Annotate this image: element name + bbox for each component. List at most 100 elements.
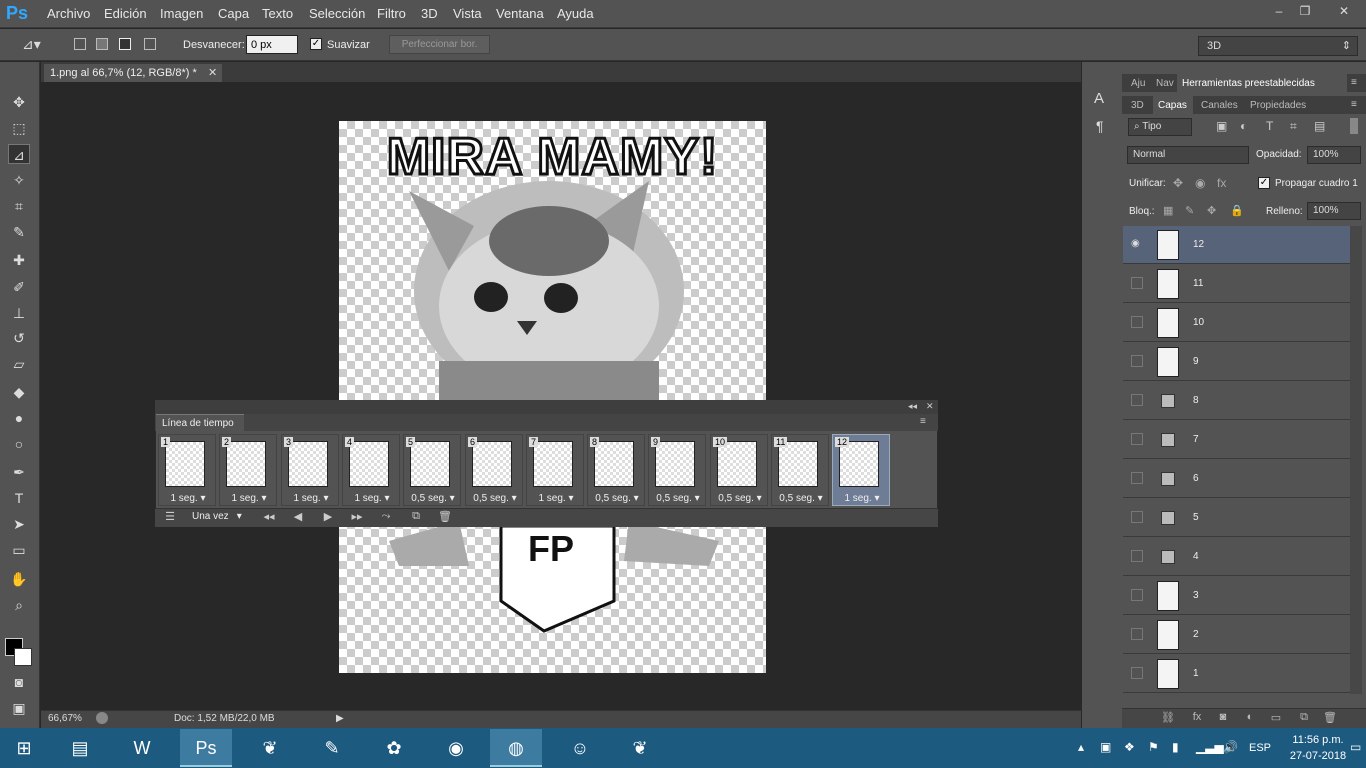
timeline-frame[interactable]: 6 0,5 seg. ▾ [465, 434, 523, 506]
lock-all-icon[interactable]: 🔒 [1230, 204, 1244, 217]
loop-select[interactable]: Una vez ▾ [192, 511, 254, 525]
frame-delay[interactable]: 1 seg. ▾ [343, 493, 401, 504]
timeline-frame[interactable]: 5 0,5 seg. ▾ [403, 434, 461, 506]
tray-flag-icon[interactable]: ⚑ [1148, 740, 1159, 754]
adjustment-layer-icon[interactable]: ◐ [1242, 711, 1258, 725]
opacity-input[interactable]: 100% [1307, 146, 1361, 164]
menu-vista[interactable]: Vista [453, 6, 482, 21]
layer-row[interactable]: 5 [1123, 499, 1350, 537]
shape-tool-icon[interactable]: ▭ [8, 540, 30, 560]
tween-icon[interactable]: ⤳ [376, 510, 396, 525]
menu-seleccion[interactable]: Selección [309, 6, 365, 21]
frame-delay[interactable]: 0,5 seg. ▾ [772, 493, 830, 504]
panel-menu-icon[interactable]: ≡ [920, 416, 926, 427]
lasso-tool-icon[interactable]: ⊿ [8, 144, 30, 164]
menu-imagen[interactable]: Imagen [160, 6, 203, 21]
tray-volume-icon[interactable]: 🔊 [1223, 740, 1238, 754]
pen-tool-icon[interactable]: ✒ [8, 462, 30, 482]
paint-bucket-tool-icon[interactable]: ◆ [8, 382, 30, 402]
word-icon[interactable]: W [116, 729, 168, 767]
marquee-tool-icon[interactable]: ⬚ [8, 118, 30, 138]
dodge-tool-icon[interactable]: ○ [8, 434, 30, 454]
character-panel-icon[interactable]: A [1094, 90, 1104, 107]
document-tab[interactable]: 1.png al 66,7% (12, RGB/8*) * [44, 64, 222, 82]
type-tool-icon[interactable]: T [8, 488, 30, 508]
timeline-frame[interactable]: 8 0,5 seg. ▾ [587, 434, 645, 506]
close-button[interactable]: ✕ [1324, 2, 1364, 20]
unify-visibility-icon[interactable]: ◉ [1195, 176, 1205, 190]
screen-mode-icon[interactable]: ▣ [8, 698, 30, 718]
refine-edge-button[interactable]: Perfeccionar bor. [389, 35, 490, 54]
timeline-frame[interactable]: 2 1 seg. ▾ [219, 434, 277, 506]
layer-row[interactable]: ◉ 12 [1123, 226, 1350, 264]
visibility-toggle[interactable] [1131, 316, 1143, 328]
subtract-selection-icon[interactable] [119, 38, 131, 50]
link-layers-icon[interactable]: ⛓ [1160, 711, 1176, 725]
timeline-tab[interactable]: Línea de tiempo [156, 414, 244, 431]
previous-frame-icon[interactable]: ◀ [288, 510, 308, 525]
tray-dropbox-icon[interactable]: ❖ [1124, 740, 1135, 754]
menu-3d[interactable]: 3D [421, 6, 438, 21]
visibility-toggle[interactable] [1131, 355, 1143, 367]
visibility-toggle[interactable] [1131, 472, 1143, 484]
menu-texto[interactable]: Texto [262, 6, 293, 21]
tray-battery-icon[interactable]: ▮ [1172, 740, 1179, 754]
panel-menu-layers-icon[interactable]: ≡ [1351, 99, 1357, 110]
paragraph-panel-icon[interactable]: ¶ [1096, 118, 1104, 134]
restore-button[interactable]: ❐ [1288, 2, 1322, 20]
layer-row[interactable]: 6 [1123, 460, 1350, 498]
delete-layer-icon[interactable]: 🗑 [1322, 711, 1338, 725]
tray-time[interactable]: 11:56 p.m. [1288, 734, 1348, 746]
eraser-tool-icon[interactable]: ▱ [8, 354, 30, 374]
delete-frame-icon[interactable]: 🗑 [435, 510, 455, 525]
frame-delay[interactable]: 1 seg. ▾ [833, 493, 891, 504]
chrome-icon[interactable]: ◉ [430, 729, 482, 767]
filter-smart-icon[interactable]: ▤ [1314, 119, 1325, 133]
eye-icon[interactable]: ◉ [1131, 238, 1143, 250]
feather-input[interactable]: 0 px [246, 35, 298, 54]
filter-pixel-icon[interactable]: ▣ [1216, 119, 1227, 133]
layer-row[interactable]: 11 [1123, 265, 1350, 303]
frame-delay[interactable]: 1 seg. ▾ [527, 493, 585, 504]
menu-archivo[interactable]: Archivo [47, 6, 90, 21]
timeline-frame[interactable]: 7 1 seg. ▾ [526, 434, 584, 506]
timeline-frame[interactable]: 11 0,5 seg. ▾ [771, 434, 829, 506]
menu-ayuda[interactable]: Ayuda [557, 6, 594, 21]
layer-row[interactable]: 4 [1123, 538, 1350, 576]
visibility-toggle[interactable] [1131, 628, 1143, 640]
frame-delay[interactable]: 0,5 seg. ▾ [466, 493, 524, 504]
visibility-toggle[interactable] [1131, 589, 1143, 601]
quick-mask-icon[interactable]: ◙ [8, 672, 30, 692]
timeline-frame[interactable]: 10 0,5 seg. ▾ [710, 434, 768, 506]
visibility-toggle[interactable] [1131, 550, 1143, 562]
tab-adjustments[interactable]: Aju [1126, 74, 1150, 92]
filter-type-icon[interactable]: T [1266, 119, 1273, 133]
tray-date[interactable]: 27-07-2018 [1288, 750, 1348, 762]
layer-row[interactable]: 1 [1123, 655, 1350, 693]
menu-ventana[interactable]: Ventana [496, 6, 544, 21]
visibility-toggle[interactable] [1131, 394, 1143, 406]
duplicate-frame-icon[interactable]: ⧉ [406, 510, 426, 525]
layer-row[interactable]: 9 [1123, 343, 1350, 381]
tray-network-icon[interactable]: ▁▃▅ [1196, 740, 1224, 754]
app-green-pen-icon[interactable]: ✎ [306, 729, 358, 767]
notifications-icon[interactable]: ▭ [1350, 740, 1361, 754]
tab-tool-presets[interactable]: Herramientas preestablecidas [1177, 74, 1347, 92]
timeline-frame[interactable]: 12 1 seg. ▾ [832, 434, 890, 506]
frame-delay[interactable]: 0,5 seg. ▾ [588, 493, 646, 504]
layer-mask-icon[interactable]: ◙ [1215, 711, 1231, 725]
timeline-frame[interactable]: 9 0,5 seg. ▾ [648, 434, 706, 506]
timeline-close-icon[interactable]: ✕ [926, 401, 934, 412]
menu-capa[interactable]: Capa [218, 6, 249, 21]
tray-arrow-icon[interactable]: ▴ [1078, 740, 1084, 754]
tab-layers[interactable]: Capas [1153, 96, 1193, 114]
discord-icon[interactable]: ☺ [554, 729, 606, 767]
visibility-toggle[interactable] [1131, 277, 1143, 289]
timeline-frame[interactable]: 4 1 seg. ▾ [342, 434, 400, 506]
app-green-leaf-icon[interactable]: ❦ [244, 729, 296, 767]
first-frame-icon[interactable]: ◂◂ [259, 510, 279, 525]
intersect-selection-icon[interactable] [144, 38, 156, 50]
panel-menu-top-icon[interactable]: ≡ [1351, 77, 1357, 88]
layer-row[interactable]: 2 [1123, 616, 1350, 654]
timeline-options-icon[interactable]: ☰ [160, 510, 180, 525]
